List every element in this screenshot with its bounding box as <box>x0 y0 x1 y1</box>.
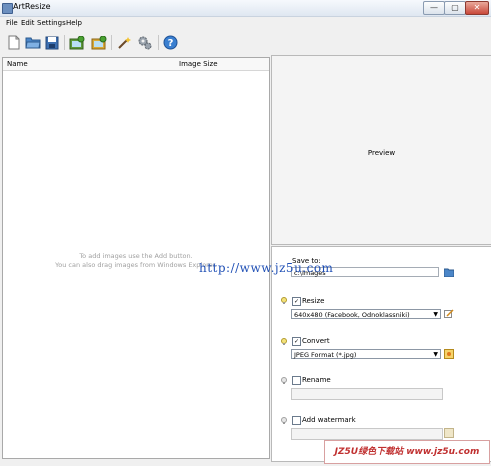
resize-dropdown[interactable]: 640x480 (Facebook, Odnoklassniki) ▼ <box>291 309 441 319</box>
resize-dropdown-value: 640x480 (Facebook, Odnoklassniki) <box>294 311 410 319</box>
tip-bulb-icon <box>281 417 287 424</box>
column-image-size-header[interactable]: Image Size <box>179 60 218 68</box>
convert-label: Convert <box>302 337 330 345</box>
browse-folder-icon[interactable] <box>443 268 455 278</box>
menu-file[interactable]: File <box>6 19 18 27</box>
toolbar: ? <box>0 30 491 55</box>
edit-pencil-icon[interactable] <box>444 309 454 318</box>
menu-help[interactable]: Help <box>66 19 82 27</box>
settings-gears-icon[interactable] <box>136 34 153 51</box>
menu-edit[interactable]: Edit <box>21 19 35 27</box>
minimize-button[interactable]: — <box>423 1 445 15</box>
magic-wand-icon[interactable] <box>115 34 132 51</box>
toolbar-separator <box>158 35 159 50</box>
preview-label: Preview <box>367 149 396 157</box>
watermark-field[interactable] <box>291 428 443 440</box>
format-settings-icon[interactable] <box>444 349 454 359</box>
toolbar-separator <box>111 35 112 50</box>
new-file-icon[interactable] <box>5 34 22 51</box>
chevron-down-icon: ▼ <box>433 351 438 358</box>
window-title: ArtResize <box>13 2 51 11</box>
preview-panel: Preview <box>271 55 491 245</box>
open-folder-icon[interactable] <box>24 34 41 51</box>
maximize-button[interactable]: ▢ <box>444 1 466 15</box>
help-icon[interactable]: ? <box>162 34 179 51</box>
rename-field[interactable] <box>291 388 443 400</box>
app-icon <box>2 3 13 14</box>
watermark-settings-icon[interactable] <box>444 428 454 438</box>
save-icon[interactable] <box>43 34 60 51</box>
column-name-header[interactable]: Name <box>7 60 28 68</box>
resize-label: Resize <box>302 297 325 305</box>
rename-checkbox[interactable] <box>292 376 301 385</box>
menu-bar: File Edit Settings Help <box>0 17 491 29</box>
title-bar: ArtResize — ▢ ✕ <box>0 0 491 17</box>
image-list[interactable]: Name Image Size To add images use the Ad… <box>2 57 270 459</box>
add-watermark-label: Add watermark <box>302 416 356 424</box>
convert-checkbox[interactable]: ✓ <box>292 337 301 346</box>
tip-bulb-icon <box>281 338 287 345</box>
tip-bulb-icon <box>281 297 287 304</box>
add-folder-icon[interactable] <box>90 34 107 51</box>
settings-panel: Save to: c:\Images ✓ Resize 640x480 (Fac… <box>271 246 491 462</box>
list-header: Name Image Size <box>3 58 269 71</box>
close-button[interactable]: ✕ <box>465 1 489 15</box>
svg-text:?: ? <box>168 38 174 49</box>
add-watermark-checkbox[interactable] <box>292 416 301 425</box>
resize-checkbox[interactable]: ✓ <box>292 297 301 306</box>
rename-label: Rename <box>302 376 331 384</box>
toolbar-separator <box>64 35 65 50</box>
convert-dropdown[interactable]: JPEG Format (*.jpg) ▼ <box>291 349 441 359</box>
site-banner-watermark: JZ5U绿色下载站 www.jz5u.com <box>324 440 490 464</box>
menu-settings[interactable]: Settings <box>37 19 66 27</box>
site-url-watermark: http://www.jz5u.com <box>199 261 334 275</box>
empty-message-line-1: To add images use the Add button. <box>79 252 193 260</box>
tip-bulb-icon <box>281 377 287 384</box>
convert-dropdown-value: JPEG Format (*.jpg) <box>294 351 357 359</box>
add-images-icon[interactable] <box>68 34 85 51</box>
chevron-down-icon: ▼ <box>433 311 438 318</box>
